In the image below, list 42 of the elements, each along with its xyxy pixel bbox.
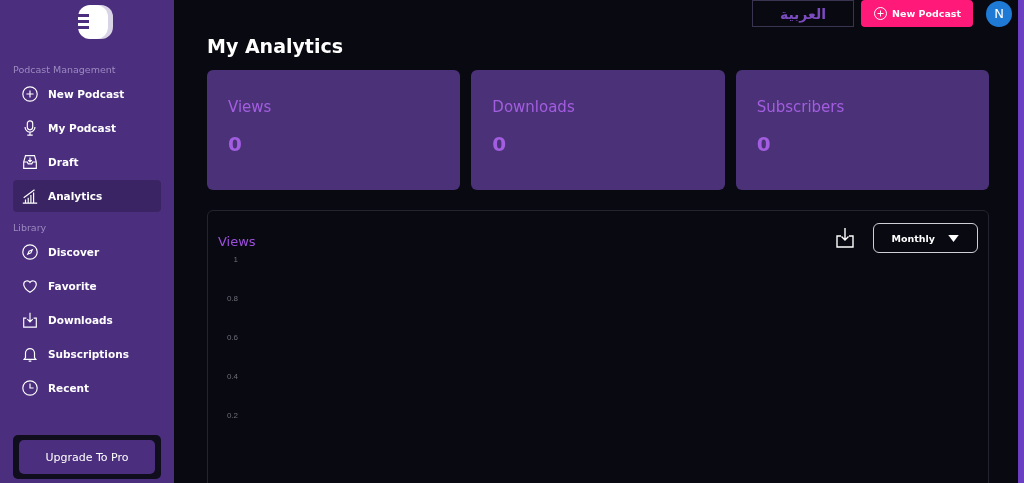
caret-icon xyxy=(948,234,959,242)
axis-tick-label: 0.4 xyxy=(226,372,238,381)
chart-title: Views xyxy=(218,232,256,249)
scrollbar[interactable] xyxy=(1018,0,1024,483)
stat-value: 0 xyxy=(228,132,243,156)
microphone-icon xyxy=(21,119,39,137)
period-dropdown[interactable]: Monthly xyxy=(872,223,978,253)
sidebar-item[interactable]: My Podcast xyxy=(13,112,161,144)
compass-icon xyxy=(21,243,39,261)
sidebar-item[interactable]: Subscriptions xyxy=(13,338,161,370)
axis-tick-label: 0.8 xyxy=(226,294,238,303)
plus-circle-icon xyxy=(21,85,39,103)
sidebar-item[interactable]: Favorite xyxy=(13,270,161,302)
clock-icon xyxy=(21,379,39,397)
new-podcast-button[interactable]: New Podcast xyxy=(861,0,973,27)
stat-label: Views xyxy=(228,98,273,116)
logo-icon xyxy=(75,4,115,40)
sidebar-item[interactable]: Analytics xyxy=(13,180,161,212)
sidebar-item[interactable]: Draft xyxy=(13,146,161,178)
axis-tick-label: 0.2 xyxy=(226,411,238,420)
axis-tick-label: 0.6 xyxy=(226,333,238,342)
heart-icon xyxy=(21,277,39,295)
sidebar-item[interactable]: Recent xyxy=(13,372,161,404)
section-heading: Podcast Management xyxy=(13,64,117,75)
download-icon[interactable] xyxy=(833,227,856,249)
axis-tick-label: 1 xyxy=(233,255,238,264)
sidebar-item[interactable]: Discover xyxy=(13,236,161,268)
stat-value: 0 xyxy=(492,132,508,156)
user-avatar[interactable]: N xyxy=(986,0,1012,27)
inbox-icon xyxy=(21,153,39,171)
sidebar-item[interactable]: New Podcast xyxy=(13,78,161,110)
page-title: My Analytics xyxy=(207,35,345,57)
upgrade-button[interactable]: Upgrade To Pro xyxy=(19,440,155,474)
sidebar-item[interactable]: Downloads xyxy=(13,304,161,336)
plus-circle-icon xyxy=(873,6,888,21)
bell-icon xyxy=(21,345,39,363)
stat-value: 0 xyxy=(756,132,772,156)
download-icon xyxy=(21,311,39,329)
stat-label: Subscribers xyxy=(756,98,846,116)
section-heading: Library xyxy=(13,222,48,233)
bar-chart-icon xyxy=(21,187,39,205)
stat-label: Downloads xyxy=(492,98,576,116)
